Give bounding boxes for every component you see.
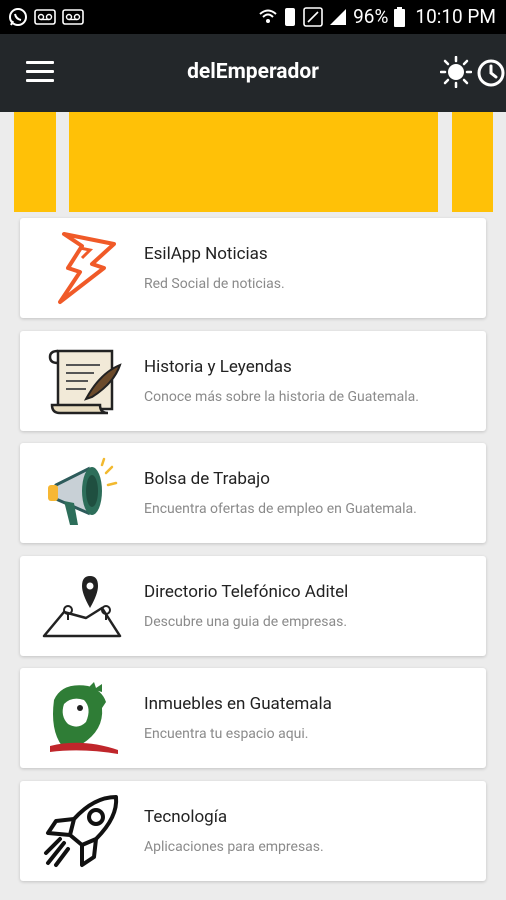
nfc-icon	[303, 6, 323, 27]
card-tecnologia[interactable]: Tecnología Aplicaciones para empresas.	[20, 781, 486, 881]
card-title: Bolsa de Trabajo	[144, 469, 270, 489]
card-directorio-telefonico[interactable]: Directorio Telefónico Aditel Descubre un…	[20, 556, 486, 656]
scroll-quill-icon	[48, 349, 122, 415]
clock-time: 10:10 PM	[415, 5, 496, 28]
card-bolsa-trabajo[interactable]: Bolsa de Trabajo Encuentra ofertas de em…	[20, 443, 486, 543]
card-historia-leyendas[interactable]: Historia y Leyendas Conoce más sobre la …	[20, 331, 486, 431]
card-subtitle: Descubre una guia de empresas.	[144, 614, 348, 630]
banner-slide-next[interactable]	[452, 112, 493, 212]
rocket-icon	[44, 795, 119, 867]
app-title: delEmperador	[187, 60, 319, 84]
clock-icon[interactable]	[476, 58, 506, 88]
card-subtitle: Red Social de noticias.	[144, 276, 285, 292]
megaphone-icon	[48, 457, 118, 525]
card-title: Historia y Leyendas	[144, 357, 292, 377]
banner-slide-prev[interactable]	[14, 112, 56, 212]
card-subtitle: Encuentra tu espacio aqui.	[144, 726, 309, 742]
card-title: Directorio Telefónico Aditel	[144, 582, 349, 602]
card-subtitle: Encuentra ofertas de empleo en Guatemala…	[144, 501, 417, 517]
vibrate-icon	[285, 7, 296, 26]
app-bar: delEmperador	[0, 34, 506, 112]
card-esilapp-noticias[interactable]: EsilApp Noticias Red Social de noticias.	[20, 218, 486, 318]
banner-slide[interactable]	[69, 112, 438, 212]
battery-percent: 96%	[353, 5, 389, 28]
card-title: Tecnología	[144, 807, 228, 827]
quetzal-bird-icon	[50, 682, 118, 754]
lightning-bolt-icon	[58, 232, 116, 304]
notification-icons	[8, 7, 84, 27]
wifi-icon	[259, 9, 277, 23]
card-subtitle: Aplicaciones para empresas.	[144, 839, 324, 855]
card-inmuebles-guatemala[interactable]: Inmuebles en Guatemala Encuentra tu espa…	[20, 668, 486, 768]
voicemail-icon	[62, 9, 84, 25]
signal-icon	[330, 8, 347, 25]
whatsapp-icon	[9, 8, 27, 26]
map-pins-icon	[42, 576, 122, 638]
voicemail-icon	[34, 9, 56, 25]
brightness-icon[interactable]	[440, 56, 472, 88]
status-bar: 96% 10:10 PM	[0, 0, 506, 34]
battery-icon	[394, 6, 406, 27]
card-subtitle: Conoce más sobre la historia de Guatemal…	[144, 389, 419, 405]
card-title: Inmuebles en Guatemala	[144, 694, 332, 714]
system-status: 96% 10:10 PM	[259, 5, 496, 28]
card-title: EsilApp Noticias	[144, 244, 268, 264]
